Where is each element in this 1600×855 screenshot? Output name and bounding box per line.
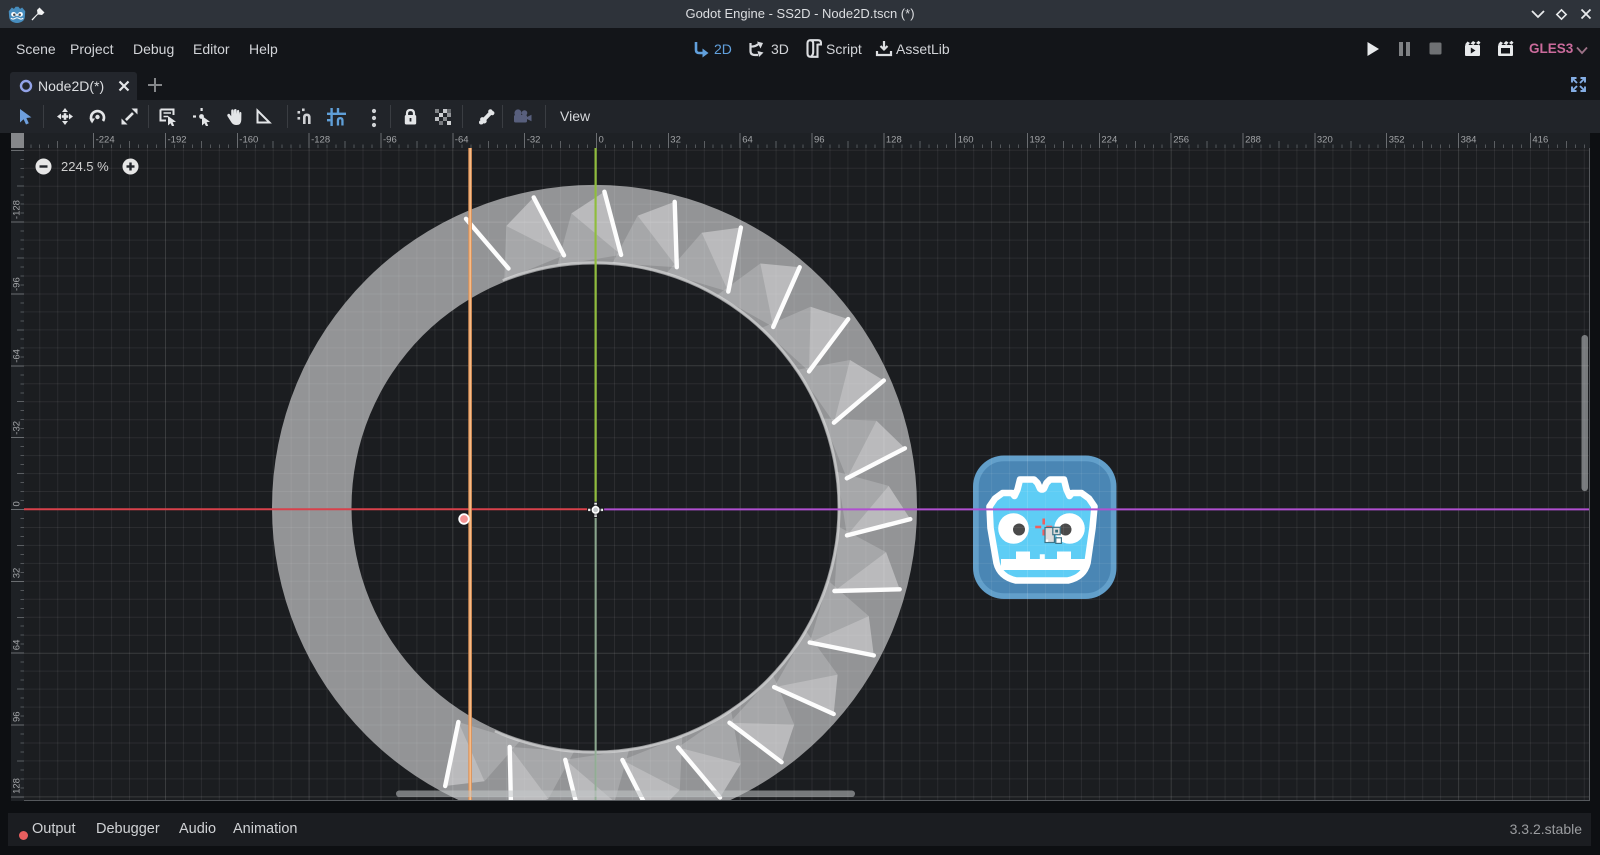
svg-text:32: 32: [670, 135, 681, 146]
svg-text:-224: -224: [96, 135, 115, 146]
svg-text:-128: -128: [12, 200, 23, 219]
svg-text:0: 0: [599, 135, 604, 146]
svg-text:384: 384: [1461, 135, 1477, 146]
svg-text:352: 352: [1389, 135, 1405, 146]
svg-text:-96: -96: [12, 277, 23, 291]
svg-text:32: 32: [12, 568, 23, 579]
svg-text:128: 128: [886, 135, 902, 146]
svg-text:320: 320: [1317, 135, 1333, 146]
svg-text:160: 160: [958, 135, 974, 146]
svg-text:-64: -64: [455, 135, 469, 146]
svg-text:288: 288: [1245, 135, 1261, 146]
svg-text:-160: -160: [239, 135, 258, 146]
svg-text:-192: -192: [168, 135, 187, 146]
svg-text:-96: -96: [383, 135, 397, 146]
svg-text:128: 128: [12, 778, 23, 794]
svg-text:64: 64: [742, 135, 753, 146]
svg-text:0: 0: [12, 501, 23, 506]
svg-text:-128: -128: [311, 135, 330, 146]
svg-text:64: 64: [12, 640, 23, 651]
svg-text:96: 96: [12, 711, 23, 722]
svg-text:256: 256: [1173, 135, 1189, 146]
svg-text:-32: -32: [12, 421, 23, 435]
svg-text:-32: -32: [527, 135, 541, 146]
svg-text:-64: -64: [12, 349, 23, 363]
svg-text:192: 192: [1030, 135, 1046, 146]
svg-text:416: 416: [1532, 135, 1548, 146]
svg-text:96: 96: [814, 135, 825, 146]
svg-text:224: 224: [1101, 135, 1117, 146]
